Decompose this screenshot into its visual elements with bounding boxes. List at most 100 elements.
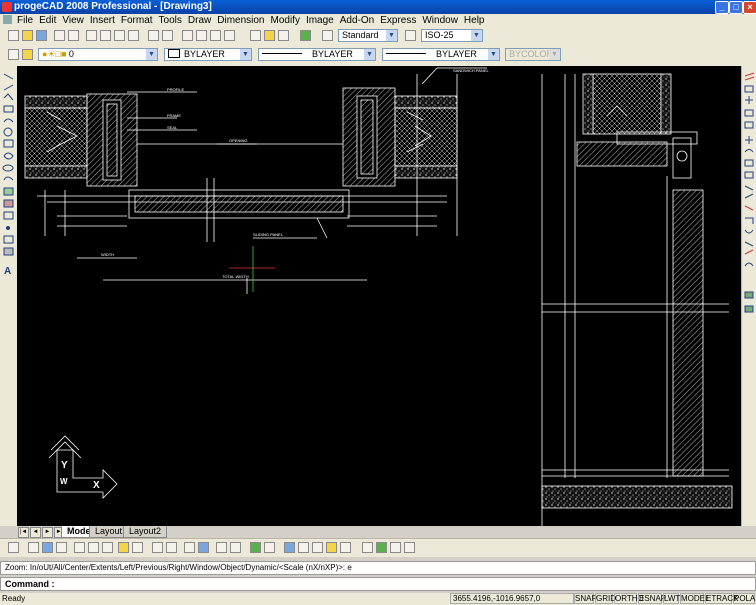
text-icon[interactable] — [166, 542, 177, 553]
draw-toolbar: A — [0, 66, 18, 526]
hide-icon[interactable] — [230, 542, 241, 553]
snap-toggle[interactable]: SNAP — [574, 593, 597, 604]
menu-file[interactable]: File — [14, 14, 36, 27]
zoom-window-icon[interactable] — [210, 30, 221, 41]
dim-style-icon[interactable] — [405, 30, 416, 41]
status-ready: Ready — [2, 594, 26, 603]
image-icon[interactable] — [132, 542, 143, 553]
tab-layout2[interactable]: Layout2 — [123, 526, 168, 538]
linetype-select[interactable]: BYLAYER ▼ — [258, 48, 376, 61]
menu-tools[interactable]: Tools — [156, 14, 185, 27]
menu-add-on[interactable]: Add-On — [337, 14, 377, 27]
snap-settings-icon[interactable] — [8, 542, 19, 553]
undo-icon[interactable] — [148, 30, 159, 41]
tab-first-button[interactable]: |◄ — [18, 527, 29, 538]
render-icon[interactable] — [198, 542, 209, 553]
tool-palette-icon[interactable] — [278, 30, 289, 41]
cut-icon[interactable] — [86, 30, 97, 41]
label-frame: FRAME — [167, 113, 181, 118]
menu-help[interactable]: Help — [461, 14, 488, 27]
ortho-toggle[interactable]: ORTHO — [614, 593, 644, 604]
new-icon[interactable] — [8, 30, 19, 41]
menu-edit[interactable]: Edit — [36, 14, 59, 27]
layer-manager-icon[interactable] — [8, 49, 19, 60]
purge-icon[interactable] — [184, 542, 195, 553]
3d-orbit-icon[interactable] — [284, 542, 295, 553]
label-panel: SLIDING PANEL — [253, 232, 284, 237]
lock-icon[interactable] — [118, 542, 129, 553]
layer-select[interactable]: ●☀□■ 0 ▼ — [38, 48, 158, 61]
paste-icon[interactable] — [114, 30, 125, 41]
list-icon[interactable] — [102, 542, 113, 553]
lwt-toggle[interactable]: LWT — [663, 593, 680, 604]
menu-dimension[interactable]: Dimension — [214, 14, 267, 27]
layer-previous-icon[interactable] — [22, 49, 33, 60]
command-input[interactable]: Command : — [0, 577, 756, 591]
pdf-icon[interactable] — [362, 542, 373, 553]
text-style-select[interactable]: Standard ▼ — [338, 29, 398, 42]
zoom-icon[interactable] — [196, 30, 207, 41]
menu-format[interactable]: Format — [118, 14, 156, 27]
zoom-previous-icon[interactable] — [224, 30, 235, 41]
lights-icon[interactable] — [404, 542, 415, 553]
distance-icon[interactable] — [74, 542, 85, 553]
model-toggle[interactable]: MODEL — [680, 593, 709, 604]
maximize-button[interactable]: □ — [729, 1, 743, 14]
menu-window[interactable]: Window — [419, 14, 461, 27]
menu-bar: File Edit View Insert Format Tools Draw Dimensi… — [0, 14, 756, 27]
render-green-icon[interactable] — [376, 542, 387, 553]
close-button[interactable]: × — [743, 1, 756, 14]
layer-states-icon[interactable] — [28, 542, 39, 553]
properties-toolbar: ●☀□■ 0 ▼ BYLAYER ▼ BYLAYER ▼ BYLAYER ▼ BYCOL… — [0, 45, 756, 67]
document-icon[interactable] — [3, 15, 12, 24]
title-bar: progeCAD 2008 Professional - [Drawing3] … — [0, 0, 756, 14]
tab-next-button[interactable]: ► — [42, 527, 53, 538]
esnap-toggle[interactable]: ESNAP — [638, 593, 666, 604]
drawing-canvas[interactable]: SANDWICH PANEL PROFILE FRAME SEAL OPENIN… — [17, 66, 741, 526]
properties-icon[interactable] — [250, 30, 261, 41]
materials-icon[interactable] — [390, 542, 401, 553]
insert-block-icon[interactable] — [56, 542, 67, 553]
grid-toggle[interactable]: GRID — [595, 593, 616, 604]
pan-icon[interactable] — [182, 30, 193, 41]
menu-express[interactable]: Express — [377, 14, 419, 27]
view-icon[interactable] — [250, 542, 261, 553]
tab-prev-button[interactable]: ◄ — [30, 527, 41, 538]
etrack-toggle[interactable]: ETRACK — [705, 593, 738, 604]
save-icon[interactable] — [36, 30, 47, 41]
lineweight-select[interactable]: BYLAYER ▼ — [382, 48, 500, 61]
color-select[interactable]: BYLAYER ▼ — [164, 48, 252, 61]
label-jamb: PROFILE — [167, 87, 184, 92]
print-icon[interactable] — [54, 30, 65, 41]
open-icon[interactable] — [22, 30, 33, 41]
design-center-icon[interactable] — [264, 30, 275, 41]
area-icon[interactable] — [88, 542, 99, 553]
dim-style-select[interactable]: ISO-25 ▼ — [421, 29, 483, 42]
menu-insert[interactable]: Insert — [87, 14, 118, 27]
shade-icon[interactable] — [216, 542, 227, 553]
block-icon[interactable] — [42, 542, 53, 553]
menu-image[interactable]: Image — [303, 14, 337, 27]
modify-tools-icons[interactable] — [742, 70, 756, 320]
help-icon[interactable] — [300, 30, 311, 41]
redo-icon[interactable] — [162, 30, 173, 41]
3d-view-icon[interactable] — [298, 542, 309, 553]
side-view-icon[interactable] — [340, 542, 351, 553]
minimize-button[interactable]: _ — [715, 1, 729, 14]
named-views-icon[interactable] — [264, 542, 275, 553]
menu-modify[interactable]: Modify — [268, 14, 303, 27]
print-preview-icon[interactable] — [68, 30, 79, 41]
copy-icon[interactable] — [100, 30, 111, 41]
explode-icon[interactable] — [152, 542, 163, 553]
match-properties-icon[interactable] — [128, 30, 139, 41]
top-view-icon[interactable] — [312, 542, 323, 553]
polar-toggle[interactable]: POLAR — [733, 593, 756, 604]
label-top-right: SANDWICH PANEL — [453, 68, 489, 73]
front-view-icon[interactable] — [326, 542, 337, 553]
layout-tabs-bar: |◄ ◄ ► ►| Model Layout1 Layout2 — [17, 526, 741, 538]
draw-tools-icons[interactable]: A — [0, 70, 17, 280]
text-style-icon[interactable] — [322, 30, 333, 41]
coordinates-readout: 3655.4196,-1016.9657,0 — [450, 593, 574, 604]
menu-view[interactable]: View — [59, 14, 87, 27]
menu-draw[interactable]: Draw — [185, 14, 214, 27]
